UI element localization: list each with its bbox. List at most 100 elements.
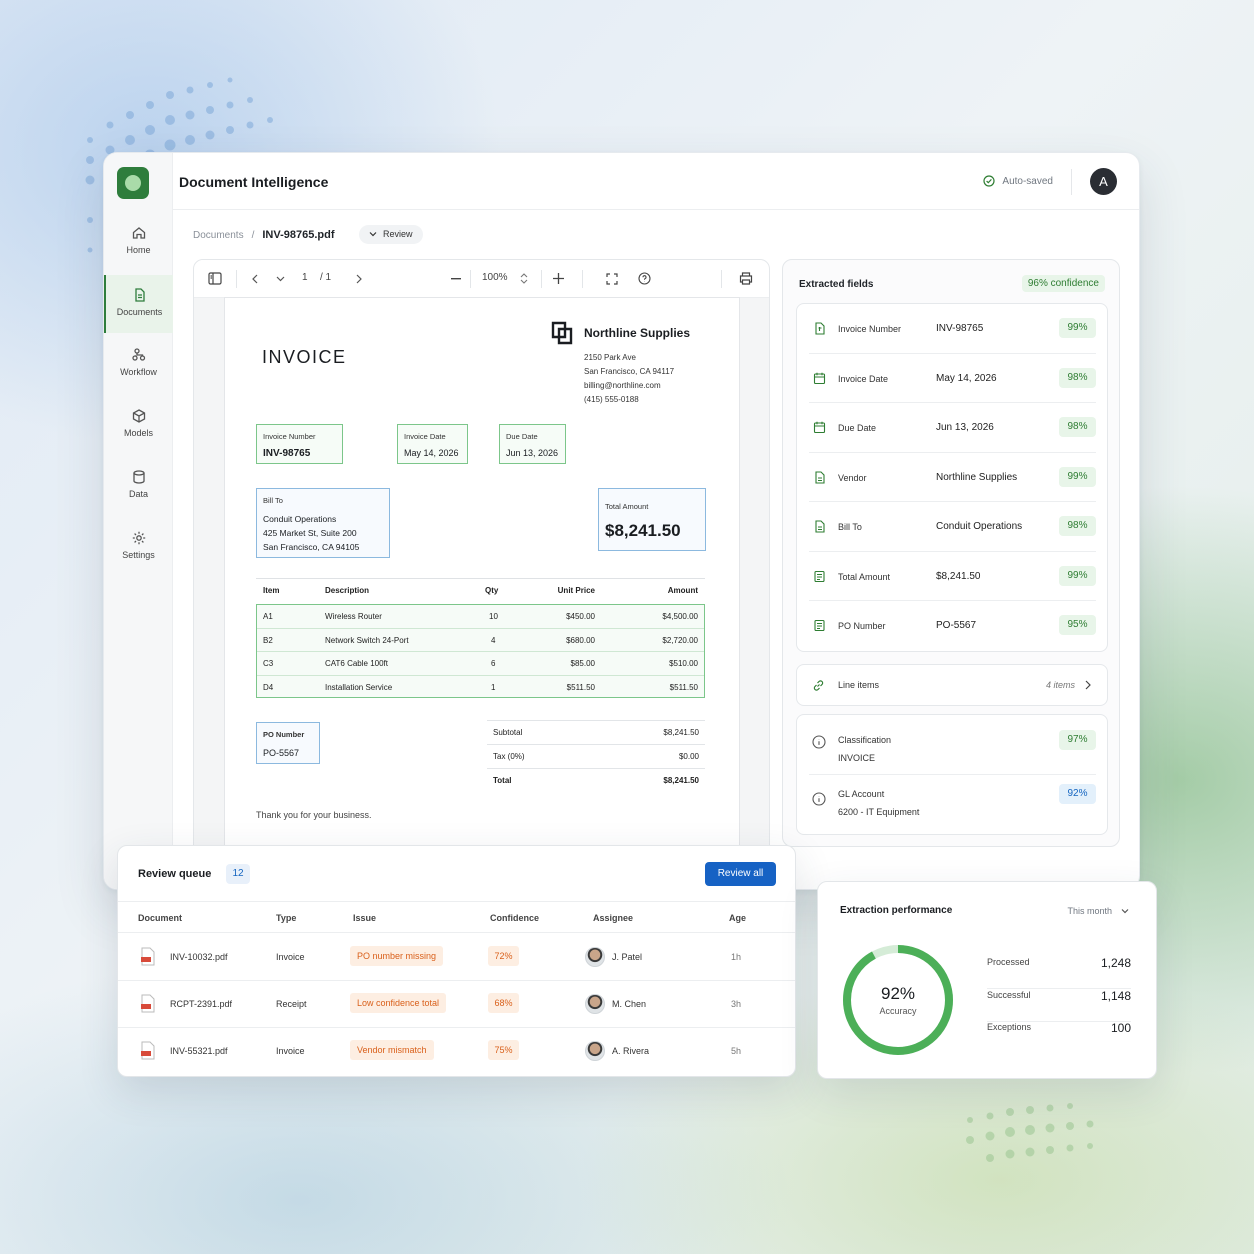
vendor-logo [551,321,573,345]
breadcrumb-documents[interactable]: Documents [193,230,244,241]
column-header: Item [263,586,280,595]
assignee-name: A. Rivera [612,1046,650,1056]
issue-badge: Low confidence total [350,993,447,1013]
total-label: Total [493,776,512,785]
help-icon[interactable] [638,272,651,285]
breadcrumb-current: INV-98765.pdf [262,229,335,241]
document-name[interactable]: INV-10032.pdf [170,952,228,962]
cell-item: D4 [263,682,274,692]
age: 5h [731,1046,742,1056]
chevron-down-icon [1121,909,1129,914]
field-label: Invoice Date [404,432,446,441]
queue-row[interactable]: RCPT-2391.pdf Receipt Low confidence total… [118,981,795,1028]
chevron-right-icon[interactable] [356,274,362,284]
print-icon[interactable] [739,272,753,285]
sort-icon[interactable] [520,273,528,284]
bill-to-highlight[interactable]: Bill To Conduit Operations 425 Market St… [256,488,390,558]
line-items-table: Item Description Qty Unit Price Amount A… [256,578,705,698]
field-value: $8,241.50 [936,570,981,582]
divider [236,270,237,288]
sidebar-item-label: Data [128,489,148,499]
field-value: Conduit Operations [936,521,1023,532]
queue-row[interactable]: INV-55321.pdf Invoice Vendor mismatch 75% A.… [118,1028,795,1075]
review-queue-card: Review queue 12 Review all Document Type… [117,845,796,1077]
breadcrumb: Documents / INV-98765.pdf [193,229,335,241]
total-amount-highlight[interactable]: Total Amount $8,241.50 [598,488,706,551]
receipt-icon [814,570,825,582]
chevron-left-icon[interactable] [252,274,258,284]
cell-qty: 4 [491,635,496,645]
field-label: Invoice Date [838,373,889,384]
zoom-out-icon[interactable] [451,278,461,280]
zoom-level[interactable]: 100% [482,272,508,283]
subtotal-value: $8,241.50 [663,728,699,737]
autosave-label: Auto-saved [1002,176,1053,187]
sidebar-item-settings[interactable]: Settings [104,524,173,580]
extracted-field-row[interactable]: Vendor Northline Supplies 99% [797,453,1107,502]
cell-amount: $510.00 [669,659,698,668]
invoice-page: INVOICE Northline Supplies 2150 Park Ave… [225,298,739,889]
stat-exceptions: Exceptions 100 [987,1021,1131,1054]
document-icon [134,288,145,302]
document-type: Receipt [276,999,307,1009]
extracted-field-row[interactable]: Bill To Conduit Operations 98% [797,502,1107,552]
sidebar-item-documents[interactable]: Documents [104,275,173,333]
sidebar-item-home[interactable]: Home [104,219,173,275]
sidebar-item-models[interactable]: Models [104,402,173,458]
line-items-row[interactable]: Line items 4 items [796,664,1108,706]
cell-item: A1 [263,612,273,621]
extracted-field-row[interactable]: Invoice Date May 14, 2026 98% [797,354,1107,403]
chevron-right-icon [1085,680,1091,690]
app-logo[interactable] [117,167,149,199]
performance-card: Extraction performance This month 92% Ac… [817,881,1157,1079]
confidence-pill: 98% [1059,367,1096,388]
sidebar-toggle-icon[interactable] [208,272,222,285]
extracted-field-row[interactable]: PO Number PO-5567 95% [797,601,1107,651]
field-label: PO Number [263,730,305,739]
divider [582,270,583,288]
po-number-highlight[interactable]: PO Number PO-5567 [256,722,320,764]
divider [541,270,542,288]
user-avatar[interactable]: A [1090,168,1117,195]
plus-icon[interactable] [553,273,564,284]
extracted-field-row[interactable]: Invoice Number INV-98765 99% [797,304,1107,354]
page-total: / 1 [320,272,332,283]
line-items-highlight[interactable]: A1 Wireless Router 10 $450.00 $4,500.00 … [256,604,705,698]
document-name[interactable]: INV-55321.pdf [170,1046,228,1056]
invoice-number-highlight[interactable]: Invoice Number INV-98765 [256,424,343,464]
field-value: INV-98765 [936,323,984,334]
app-title: Document Intelligence [179,174,329,190]
extracted-field-row[interactable]: Due Date Jun 13, 2026 98% [797,403,1107,453]
invoice-date-highlight[interactable]: Invoice Date May 14, 2026 [397,424,468,464]
calendar-icon [813,372,826,384]
queue-row[interactable]: INV-10032.pdf Invoice PO number missing 72%… [118,934,795,981]
divider [721,270,722,288]
sidebar-item-data[interactable]: Data [104,463,173,519]
extracted-field-row[interactable]: Total Amount $8,241.50 99% [797,552,1107,601]
page-current[interactable]: 1 [302,272,308,283]
workflow-icon [131,348,145,361]
chevron-down-icon[interactable] [276,276,285,282]
cell-unit-price: $680.00 [566,635,595,645]
due-date-highlight[interactable]: Due Date Jun 13, 2026 [499,424,566,464]
review-all-button[interactable]: Review all [705,862,776,886]
fullscreen-icon[interactable] [606,273,618,285]
stat-label: Successful [987,990,1031,1000]
sidebar-item-workflow[interactable]: Workflow [104,341,173,397]
cell-amount: $4,500.00 [662,612,698,621]
avatar [585,994,605,1014]
line-items-count: 4 items [1045,680,1075,690]
document-name[interactable]: RCPT-2391.pdf [170,999,232,1009]
gl-account-row[interactable]: GL Account 6200 - IT Equipment 92% [797,775,1107,832]
vendor-address: 2150 Park Ave San Francisco, CA 94117 bi… [584,351,674,407]
field-value: $8,241.50 [605,521,681,540]
status-dropdown[interactable]: Review [359,225,423,244]
table-row: C3 CAT6 Cable 100ft 6 $85.00 $510.00 [257,652,704,676]
vendor-email: billing@northline.com [584,381,661,390]
sidebar-item-label: Documents [116,307,163,317]
classification-row[interactable]: Classification INVOICE 97% [797,718,1107,775]
table-row: D4 Installation Service 1 $511.50 $511.5… [257,676,704,700]
subtotal-row: Subtotal $8,241.50 [487,720,705,744]
range-dropdown[interactable]: This month [1067,906,1129,916]
info-icon [812,735,826,749]
